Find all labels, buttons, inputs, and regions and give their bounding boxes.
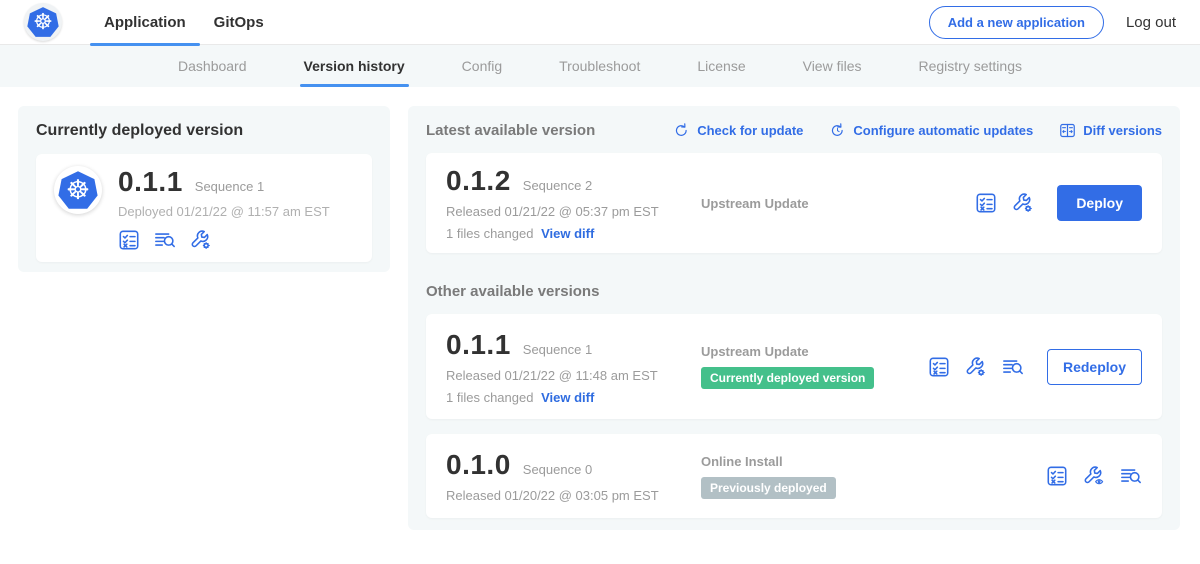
subnav-tab-config[interactable]: Config xyxy=(462,45,502,87)
version-source-label: Upstream Update xyxy=(701,196,975,211)
version-source-label: Online Install xyxy=(701,454,1046,469)
tab-gitops[interactable]: GitOps xyxy=(200,0,278,45)
version-number: 0.1.1 xyxy=(446,329,511,361)
deploy-logs-icon[interactable] xyxy=(1002,356,1024,378)
logout-button[interactable]: Log out xyxy=(1126,14,1176,31)
deployed-timestamp: Deployed 01/21/22 @ 11:57 am EST xyxy=(118,204,330,219)
preflight-checks-icon[interactable] xyxy=(928,356,950,378)
kubernetes-helm-icon: ☸ xyxy=(58,171,98,210)
view-diff-link[interactable]: View diff xyxy=(541,226,594,241)
subnav-tab-dashboard[interactable]: Dashboard xyxy=(178,45,247,87)
subnav-tab-view-files[interactable]: View files xyxy=(803,45,862,87)
schedule-icon xyxy=(829,122,846,139)
view-config-icon[interactable] xyxy=(190,229,212,251)
view-config-icon[interactable] xyxy=(1083,465,1105,487)
edit-config-icon[interactable] xyxy=(965,356,987,378)
configure-automatic-updates-label: Configure automatic updates xyxy=(853,123,1033,138)
top-nav: ☸ Application GitOps Add a new applicati… xyxy=(0,0,1200,45)
diff-versions-link[interactable]: Diff versions xyxy=(1059,122,1162,139)
deployed-version-number: 0.1.1 xyxy=(118,166,183,198)
check-for-update-label: Check for update xyxy=(697,123,803,138)
version-card-0-1-1: 0.1.1 Sequence 1 Released 01/21/22 @ 11:… xyxy=(426,314,1162,419)
currently-deployed-badge: Currently deployed version xyxy=(701,367,874,389)
kubernetes-helm-icon: ☸ xyxy=(27,7,59,38)
subnav-tab-registry-settings[interactable]: Registry settings xyxy=(919,45,1022,87)
check-for-update-link[interactable]: Check for update xyxy=(673,122,803,139)
version-card-0-1-0: 0.1.0 Sequence 0 Released 01/20/22 @ 03:… xyxy=(426,434,1162,518)
redeploy-button[interactable]: Redeploy xyxy=(1047,349,1142,385)
edit-config-icon[interactable] xyxy=(1012,192,1034,214)
latest-available-title: Latest available version xyxy=(426,122,595,139)
preflight-checks-icon[interactable] xyxy=(118,229,140,251)
version-number: 0.1.0 xyxy=(446,449,511,481)
currently-deployed-title: Currently deployed version xyxy=(36,122,372,140)
diff-icon xyxy=(1059,122,1076,139)
released-timestamp: Released 01/20/22 @ 03:05 pm EST xyxy=(446,488,701,503)
deployed-version-card: ☸ 0.1.1 Sequence 1 Deployed 01/21/22 @ 1… xyxy=(36,154,372,262)
subnav-tab-license[interactable]: License xyxy=(697,45,745,87)
available-versions-panel: Latest available version Check for updat… xyxy=(408,106,1180,530)
preflight-checks-icon[interactable] xyxy=(1046,465,1068,487)
refresh-icon xyxy=(673,122,690,139)
configure-automatic-updates-link[interactable]: Configure automatic updates xyxy=(829,122,1033,139)
add-application-button[interactable]: Add a new application xyxy=(929,6,1104,39)
kubernetes-logo: ☸ xyxy=(24,3,62,41)
subnav-tab-version-history[interactable]: Version history xyxy=(304,45,405,87)
released-timestamp: Released 01/21/22 @ 05:37 pm EST xyxy=(446,204,701,219)
version-source-label: Upstream Update xyxy=(701,344,928,359)
other-versions-title: Other available versions xyxy=(426,283,1162,300)
currently-deployed-panel: Currently deployed version ☸ 0.1.1 Seque… xyxy=(18,106,390,272)
app-logo: ☸ xyxy=(54,166,102,214)
released-timestamp: Released 01/21/22 @ 11:48 am EST xyxy=(446,368,701,383)
sequence-label: Sequence 1 xyxy=(523,342,592,357)
app-subnav: Dashboard Version history Config Trouble… xyxy=(0,45,1200,87)
sequence-label: Sequence 0 xyxy=(523,462,592,477)
sequence-label: Sequence 2 xyxy=(523,178,592,193)
tab-application[interactable]: Application xyxy=(90,0,200,45)
files-changed-label: 1 files changed xyxy=(446,390,533,405)
previously-deployed-badge: Previously deployed xyxy=(701,477,836,499)
diff-versions-label: Diff versions xyxy=(1083,123,1162,138)
subnav-tab-troubleshoot[interactable]: Troubleshoot xyxy=(559,45,640,87)
version-card-0-1-2: 0.1.2 Sequence 2 Released 01/21/22 @ 05:… xyxy=(426,153,1162,253)
view-diff-link[interactable]: View diff xyxy=(541,390,594,405)
files-changed-label: 1 files changed xyxy=(446,226,533,241)
deploy-button[interactable]: Deploy xyxy=(1057,185,1142,221)
version-number: 0.1.2 xyxy=(446,165,511,197)
deployed-sequence-label: Sequence 1 xyxy=(195,179,264,194)
deploy-logs-icon[interactable] xyxy=(1120,465,1142,487)
preflight-checks-icon[interactable] xyxy=(975,192,997,214)
deploy-logs-icon[interactable] xyxy=(154,229,176,251)
